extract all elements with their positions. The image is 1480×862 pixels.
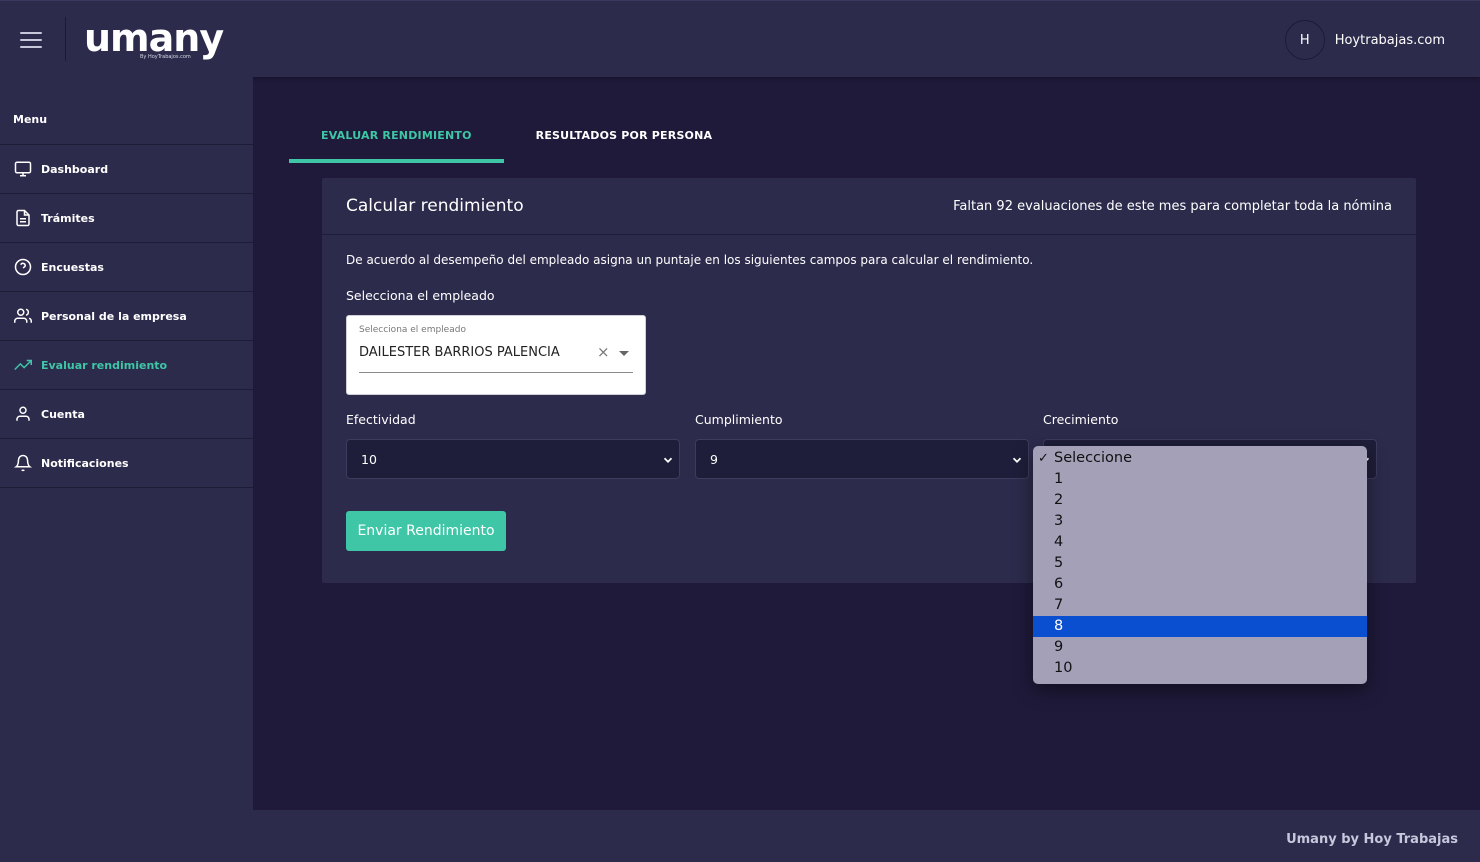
footer-credit: Umany by Hoy Trabajas xyxy=(1286,832,1458,847)
tab-bar: EVALUAR RENDIMIENTO RESULTADOS POR PERSO… xyxy=(289,117,744,163)
avatar[interactable]: H xyxy=(1284,20,1325,60)
logo-tagline: By HoyTrabajos.com xyxy=(140,54,191,60)
hamburger-menu-icon[interactable] xyxy=(14,25,48,55)
dropdown-option-4[interactable]: 4 xyxy=(1033,532,1367,553)
chevron-down-icon xyxy=(663,457,673,463)
efectividad-select[interactable]: 10 xyxy=(346,439,680,479)
sidebar-item-label: Dashboard xyxy=(41,162,109,176)
sidebar-item-label: Cuenta xyxy=(41,407,85,421)
dropdown-option-6[interactable]: 6 xyxy=(1033,574,1367,595)
dropdown-option-2[interactable]: 2 xyxy=(1033,490,1367,511)
select-value: 10 xyxy=(361,452,377,467)
chevron-down-icon xyxy=(1012,457,1022,463)
cumplimiento-select[interactable]: 9 xyxy=(695,439,1029,479)
sidebar-item-label: Trámites xyxy=(41,211,95,225)
user-name[interactable]: Hoytrabajas.com xyxy=(1335,33,1445,48)
user-menu[interactable]: H Hoytrabajas.com xyxy=(1284,20,1445,60)
sidebar-item-tramites[interactable]: Trámites xyxy=(0,194,253,243)
crecimiento-dropdown[interactable]: ✓ Seleccione 1 2 3 4 5 6 7 8 9 10 xyxy=(1033,446,1367,684)
sidebar-item-evaluar-rendimiento[interactable]: Evaluar rendimiento xyxy=(0,341,253,390)
submit-performance-button[interactable]: Enviar Rendimiento xyxy=(346,511,506,551)
top-bar: umany By HoyTrabajos.com H Hoytrabajas.c… xyxy=(0,0,1480,77)
dropdown-option-3[interactable]: 3 xyxy=(1033,511,1367,532)
sidebar-item-cuenta[interactable]: Cuenta xyxy=(0,390,253,439)
dropdown-option-10[interactable]: 10 xyxy=(1033,658,1367,679)
people-icon xyxy=(14,308,32,323)
caret-down-icon[interactable] xyxy=(619,351,629,356)
dropdown-option-5[interactable]: 5 xyxy=(1033,553,1367,574)
card-description: De acuerdo al desempeño del empleado asi… xyxy=(346,253,1034,267)
sidebar-item-notificaciones[interactable]: Notificaciones xyxy=(0,439,253,488)
employee-label: Selecciona el empleado xyxy=(346,288,495,303)
person-icon xyxy=(16,406,30,421)
clear-icon[interactable]: × xyxy=(597,343,610,361)
footer: Umany by Hoy Trabajas xyxy=(253,810,1480,862)
employee-field-label: Selecciona el empleado xyxy=(359,325,466,335)
dropdown-option-seleccione[interactable]: ✓ Seleccione xyxy=(1033,448,1367,469)
field-underline xyxy=(359,372,633,373)
tab-evaluar-rendimiento[interactable]: EVALUAR RENDIMIENTO xyxy=(289,117,504,163)
sidebar-item-label: Encuestas xyxy=(41,260,104,274)
sidebar-item-dashboard[interactable]: Dashboard xyxy=(0,145,253,194)
question-circle-icon xyxy=(14,258,32,276)
checkmark-icon: ✓ xyxy=(1038,451,1049,466)
trending-up-icon xyxy=(14,359,32,371)
dropdown-option-9[interactable]: 9 xyxy=(1033,637,1367,658)
bell-icon xyxy=(14,454,32,472)
document-icon xyxy=(16,209,30,227)
sidebar: Menu Dashboard Trámites Encuestas Person… xyxy=(0,77,253,862)
dropdown-option-8[interactable]: 8 xyxy=(1033,616,1367,637)
pending-evaluations-note: Faltan 92 evaluaciones de este mes para … xyxy=(953,198,1392,214)
sidebar-item-label: Evaluar rendimiento xyxy=(41,358,168,372)
monitor-icon xyxy=(14,161,32,177)
sidebar-item-label: Personal de la empresa xyxy=(41,309,187,323)
option-label: Seleccione xyxy=(1054,450,1133,466)
cumplimiento-label: Cumplimiento xyxy=(695,412,783,427)
dropdown-option-1[interactable]: 1 xyxy=(1033,469,1367,490)
card-title: Calcular rendimiento xyxy=(346,196,524,216)
tab-resultados-por-persona[interactable]: RESULTADOS POR PERSONA xyxy=(504,117,745,163)
sidebar-item-encuestas[interactable]: Encuestas xyxy=(0,243,253,292)
app-logo[interactable]: umany By HoyTrabajos.com xyxy=(84,15,224,65)
header-divider xyxy=(65,17,66,61)
sidebar-item-personal[interactable]: Personal de la empresa xyxy=(0,292,253,341)
crecimiento-label: Crecimiento xyxy=(1043,412,1119,427)
sidebar-item-label: Notificaciones xyxy=(41,456,129,470)
select-value: 9 xyxy=(710,452,718,467)
employee-field-value[interactable]: DAILESTER BARRIOS PALENCIA xyxy=(359,345,560,360)
employee-autocomplete[interactable]: Selecciona el empleado DAILESTER BARRIOS… xyxy=(346,315,646,395)
card-header: Calcular rendimiento Faltan 92 evaluacio… xyxy=(322,178,1416,235)
sidebar-title: Menu xyxy=(0,77,253,145)
dropdown-option-7[interactable]: 7 xyxy=(1033,595,1367,616)
efectividad-label: Efectividad xyxy=(346,412,416,427)
